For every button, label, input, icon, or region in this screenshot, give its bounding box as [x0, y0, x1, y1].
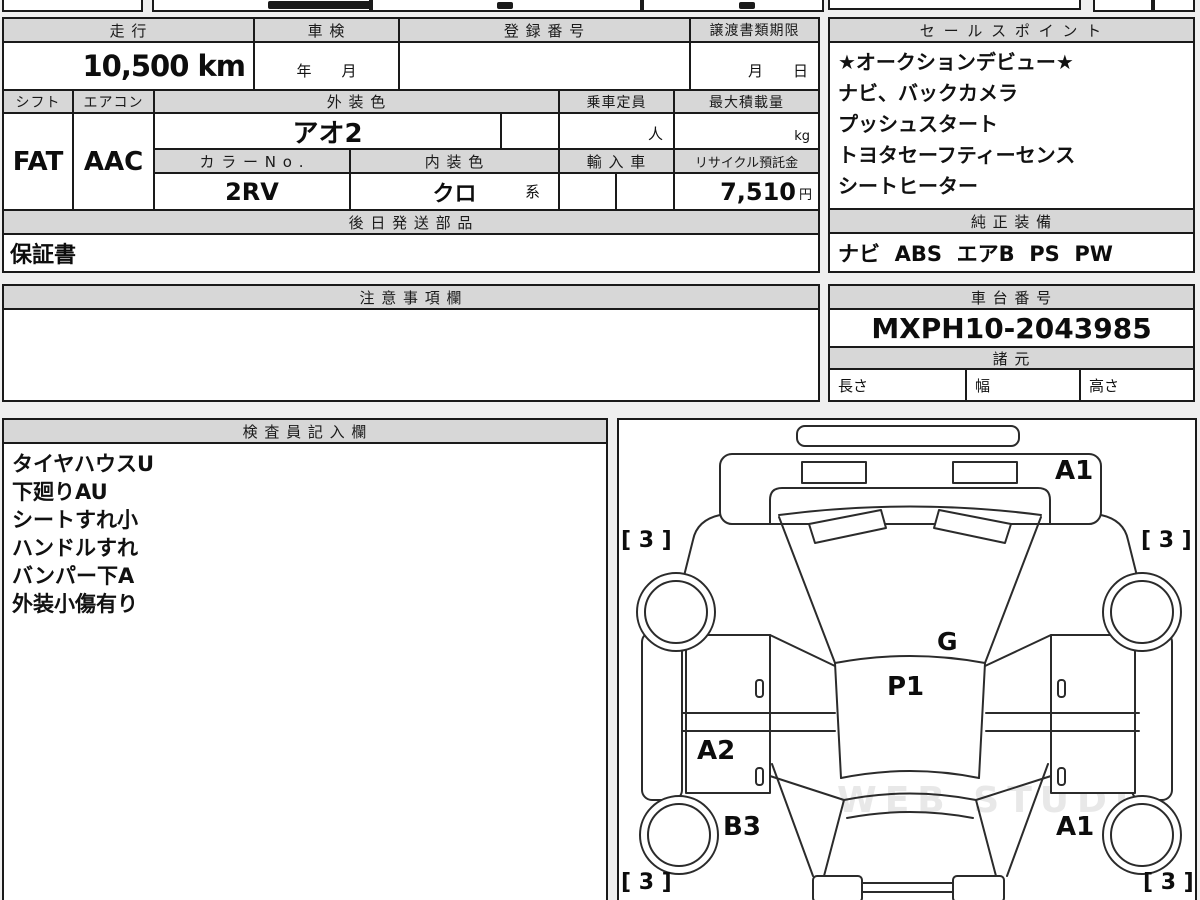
color-no-value: 2RV	[155, 174, 351, 211]
transfer-deadline-header: 譲渡書類期限	[691, 19, 820, 43]
sales-point-header: セ ー ル ス ポ イ ン ト	[830, 19, 1195, 43]
interior-color-value: クロ 系	[351, 174, 560, 211]
panel-code-door-a2: A2	[697, 736, 736, 766]
tire-code-front-left: [ 3 ]	[621, 528, 672, 553]
specs-header: 諸 元	[830, 348, 1195, 370]
genuine-equipment-header: 純 正 装 備	[830, 210, 1195, 234]
chassis-number: MXPH10-2043985	[830, 310, 1195, 348]
car-top-view-diagram	[636, 425, 1182, 900]
shaken-value: 年 月	[255, 43, 400, 91]
later-parts-value: 保証書	[4, 235, 820, 273]
import-value-cell-2	[617, 174, 675, 211]
mileage-value: 10,500 km	[4, 43, 255, 91]
inspector-header: 検 査 員 記 入 欄	[4, 420, 608, 444]
width-label: 幅	[967, 370, 1081, 402]
inspector-note: 下廻りAU	[12, 480, 108, 504]
panel-code-front-a1: A1	[1055, 456, 1094, 486]
sales-point-item: ナビ、バックカメラ	[838, 81, 1018, 105]
cutoff-text-artifact	[739, 2, 755, 9]
vehicle-info-table: 走 行 車 検 登 録 番 号 譲渡書類期限 10,500 km 年 月 月 日…	[2, 17, 820, 273]
sales-point-item: トヨタセーフティーセンス	[838, 143, 1076, 167]
interior-color-header: 内 装 色	[351, 150, 560, 174]
damage-diagram-box: WEB STUDIO PRO	[617, 418, 1197, 900]
top-strip-cell	[642, 0, 824, 12]
caution-body	[4, 310, 820, 402]
top-strip-cell	[1153, 0, 1195, 12]
inspector-notes: タイヤハウスU 下廻りAU シートすれ小 ハンドルすれ バンパー下A 外装小傷有…	[4, 444, 608, 900]
shift-value: FAT	[4, 114, 74, 211]
inspector-note: ハンドルすれ	[12, 536, 138, 560]
recycle-value: 7,510 円	[675, 174, 820, 211]
panel-code-glass-g: G	[937, 627, 958, 656]
mileage-header: 走 行	[4, 19, 255, 43]
later-parts-header: 後 日 発 送 部 品	[4, 211, 820, 235]
cutoff-text-artifact	[497, 2, 513, 9]
inspector-note: タイヤハウスU	[12, 452, 155, 476]
caution-header: 注 意 事 項 欄	[4, 286, 820, 310]
interior-color-suffix: 系	[524, 183, 540, 201]
registration-header: 登 録 番 号	[400, 19, 691, 43]
inspector-note: バンパー下A	[12, 564, 135, 588]
color-no-header: カ ラ ー N o .	[155, 150, 351, 174]
sales-point-list: ★オークションデビュー★ ナビ、バックカメラ プッシュスタート トヨタセーフティ…	[830, 43, 1195, 210]
capacity-header: 乗車定員	[560, 91, 675, 114]
recycle-header: リサイクル預託金	[675, 150, 820, 174]
top-strip-cell	[2, 0, 143, 12]
tire-code-front-right: [ 3 ]	[1141, 528, 1192, 553]
exterior-color-extra-cell	[502, 114, 560, 150]
exterior-color-value: アオ2	[155, 114, 502, 150]
exterior-color-header: 外 装 色	[155, 91, 560, 114]
tire-code-rear-left: [ 3 ]	[621, 870, 672, 895]
panel-code-roof-p1: P1	[887, 672, 925, 702]
sales-point-item: プッシュスタート	[838, 112, 998, 136]
sales-point-box: セ ー ル ス ポ イ ン ト ★オークションデビュー★ ナビ、バックカメラ プ…	[828, 17, 1195, 273]
top-strip-cell	[828, 0, 1081, 10]
capacity-value: 人	[560, 114, 675, 150]
inspector-box: 検 査 員 記 入 欄 タイヤハウスU 下廻りAU シートすれ小 ハンドルすれ …	[2, 418, 608, 900]
chassis-header: 車 台 番 号	[830, 286, 1195, 310]
recycle-unit: 円	[798, 188, 812, 203]
top-strip-cell	[1093, 0, 1153, 12]
transfer-deadline-value: 月 日	[691, 43, 820, 91]
tire-code-rear-right: [ 3 ]	[1143, 870, 1194, 895]
max-load-header: 最大積載量	[675, 91, 820, 114]
recycle-amount: 7,510	[720, 177, 796, 206]
sales-point-item: ★オークションデビュー★	[838, 50, 1074, 74]
shift-header: シフト	[4, 91, 74, 114]
registration-value	[400, 43, 691, 91]
auction-sheet: 走 行 車 検 登 録 番 号 譲渡書類期限 10,500 km 年 月 月 日…	[0, 0, 1200, 900]
panel-code-rear-left-b3: B3	[723, 812, 761, 842]
import-value-cell-1	[560, 174, 617, 211]
cutoff-text-artifact	[268, 1, 372, 9]
interior-color-text: クロ	[432, 181, 477, 207]
aircon-header: エアコン	[74, 91, 155, 114]
genuine-equipment-value: ナビ ABS エアB PS PW	[830, 234, 1195, 273]
length-label: 長さ	[830, 370, 967, 402]
inspector-note: シートすれ小	[12, 508, 138, 532]
import-header: 輸 入 車	[560, 150, 675, 174]
caution-box: 注 意 事 項 欄	[2, 284, 820, 402]
max-load-value: kg	[675, 114, 820, 150]
shaken-header: 車 検	[255, 19, 400, 43]
chassis-box: 車 台 番 号 MXPH10-2043985 諸 元 長さ 幅 高さ	[828, 284, 1195, 402]
aircon-value: AAC	[74, 114, 155, 211]
panel-code-rear-right-a1: A1	[1056, 812, 1095, 842]
inspector-note: 外装小傷有り	[12, 592, 138, 616]
height-label: 高さ	[1081, 370, 1195, 402]
sales-point-item: シートヒーター	[838, 174, 978, 198]
